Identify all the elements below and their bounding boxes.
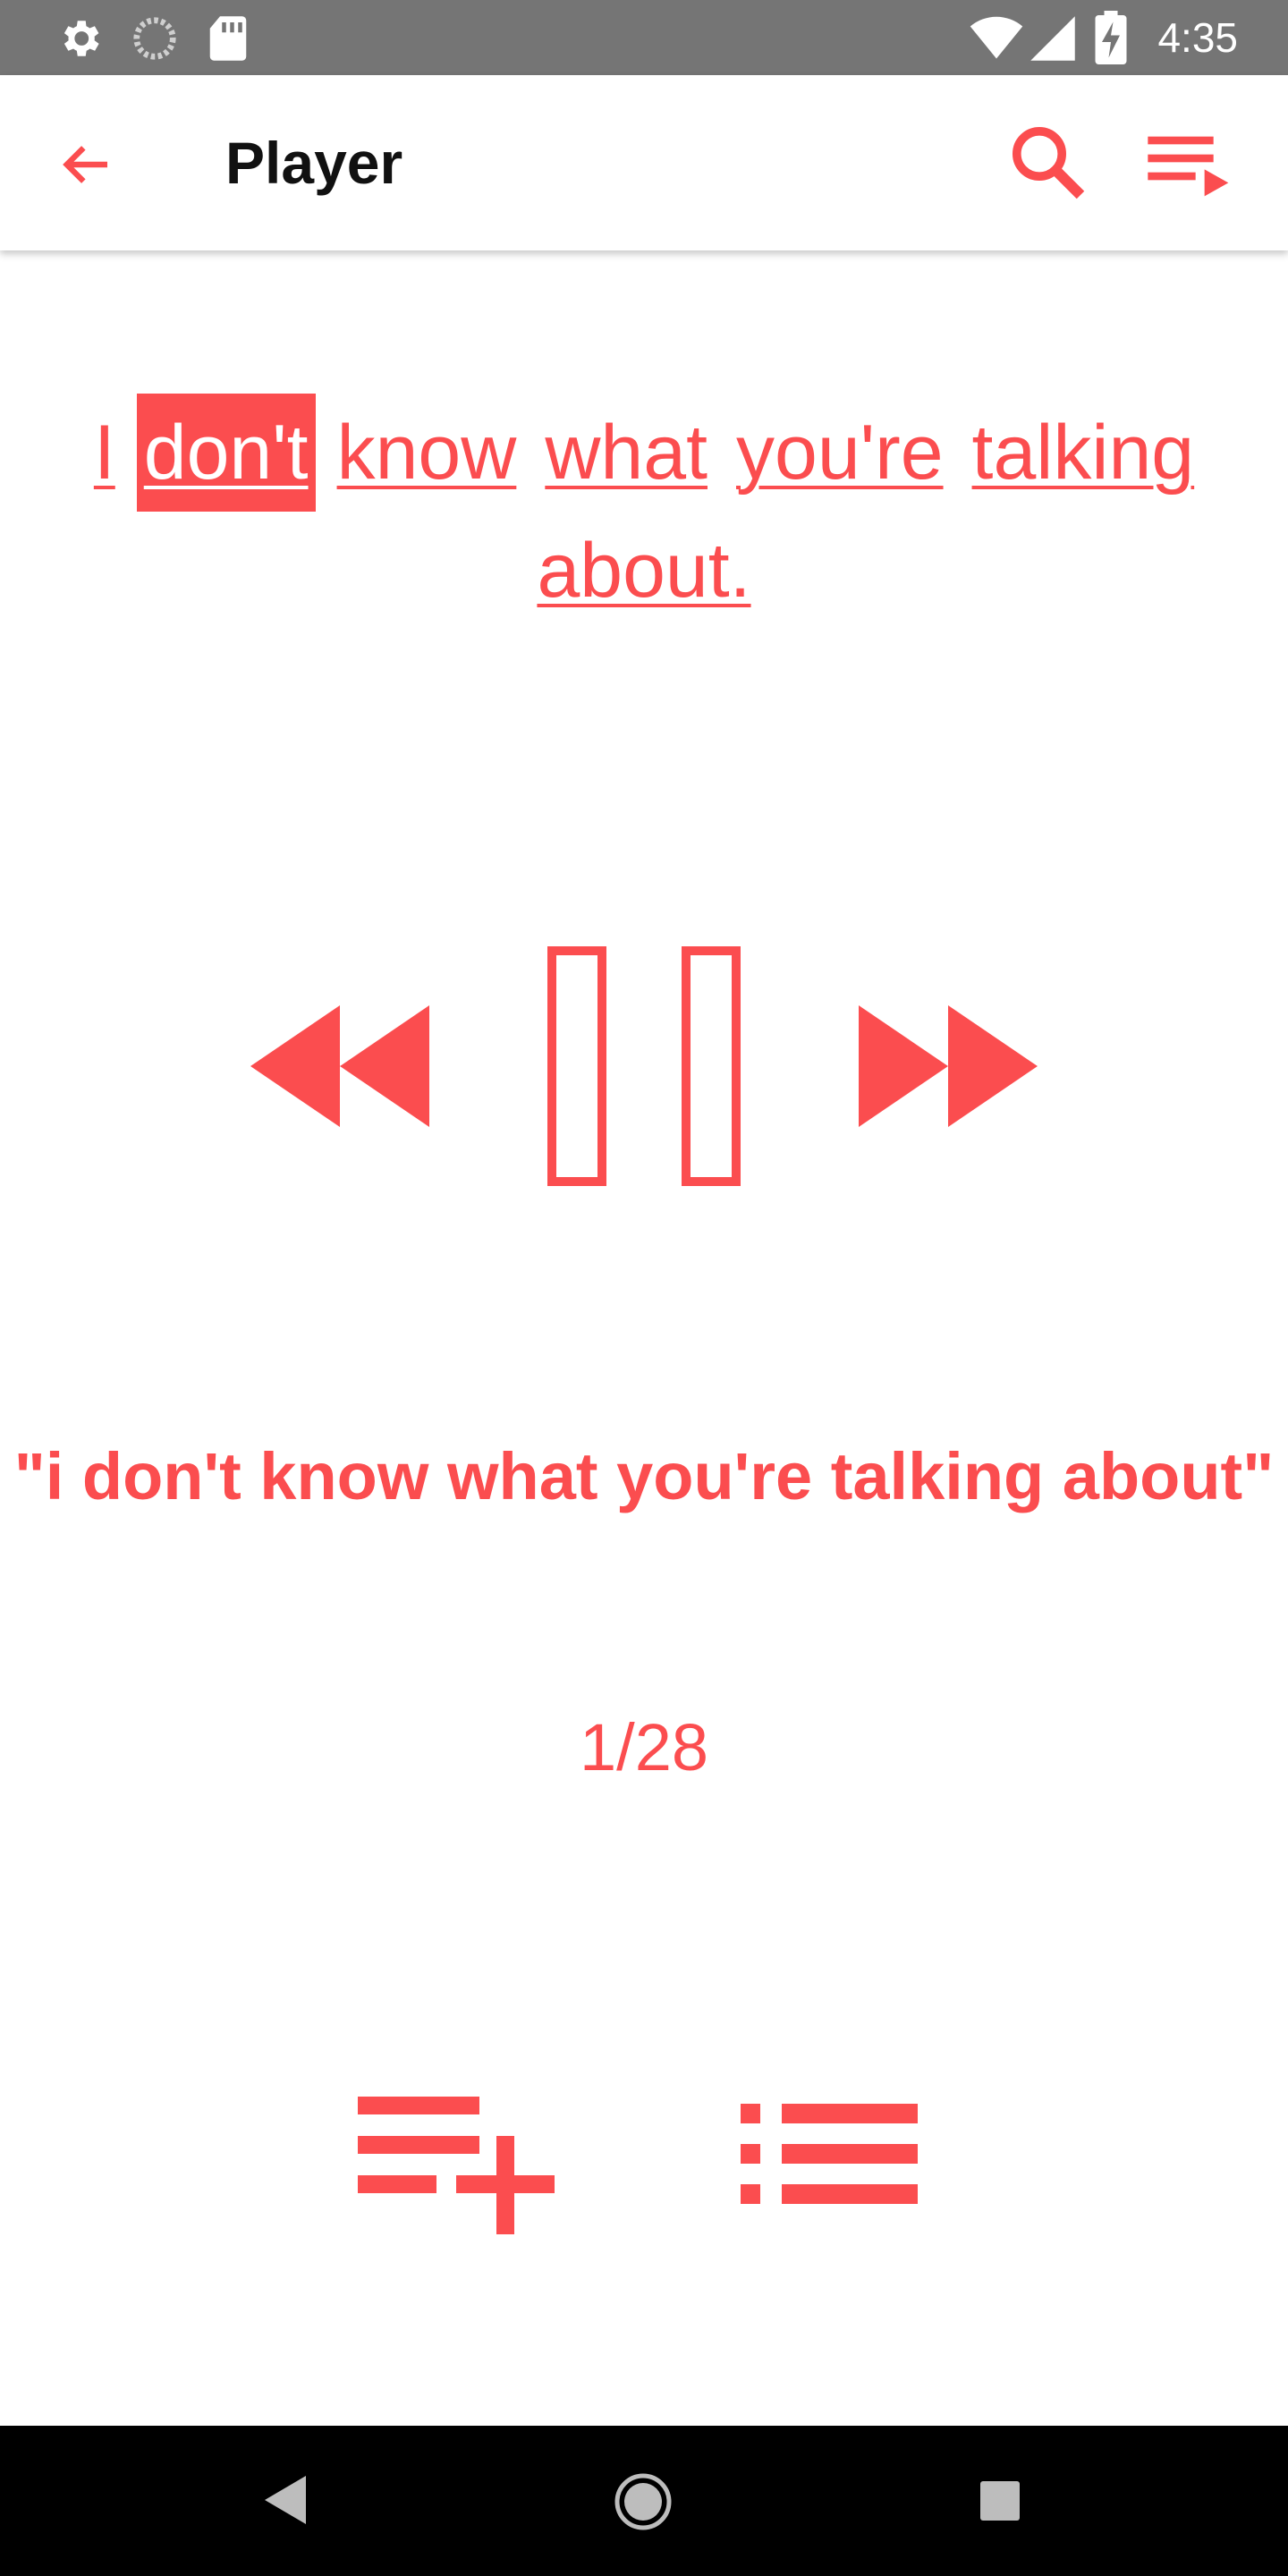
- battery-charging-icon: [1095, 11, 1127, 64]
- queue-music-icon[interactable]: [1145, 129, 1234, 204]
- arrow-back-icon[interactable]: [57, 136, 114, 193]
- gear-icon: [64, 21, 99, 56]
- nav-recents-icon[interactable]: [980, 2481, 1020, 2521]
- lyric-word[interactable]: know: [330, 394, 524, 512]
- list-icon[interactable]: [741, 2102, 919, 2206]
- rewind-icon[interactable]: [250, 1005, 429, 1127]
- wifi-icon: [970, 16, 1023, 59]
- lyric-word[interactable]: talking: [965, 394, 1202, 512]
- pause-icon[interactable]: [547, 946, 741, 1186]
- page-title: Player: [225, 130, 403, 196]
- system-nav-bar: [0, 2426, 1288, 2576]
- app-bar: Player: [0, 75, 1288, 250]
- sd-card-icon: [209, 16, 247, 61]
- lyric-word[interactable]: I: [87, 394, 123, 512]
- nav-home-icon[interactable]: [614, 2472, 673, 2531]
- lyric-word[interactable]: you're: [729, 394, 951, 512]
- track-counter: 1/28: [579, 1710, 709, 1784]
- lyric-word-active[interactable]: don't: [136, 394, 316, 512]
- sync-icon: [133, 17, 176, 60]
- phrase-text: "i don't know what you're talking about": [13, 1439, 1275, 1513]
- lyric-word[interactable]: what: [538, 394, 715, 512]
- fast-forward-icon[interactable]: [859, 1005, 1038, 1127]
- nav-back-icon[interactable]: [265, 2476, 306, 2524]
- status-bar: 4:35: [0, 0, 1288, 75]
- search-icon[interactable]: [1005, 120, 1091, 206]
- signal-icon: [1030, 16, 1075, 61]
- playlist-add-icon[interactable]: [358, 2093, 558, 2236]
- lyric-word[interactable]: about.: [530, 512, 758, 630]
- status-time: 4:35: [1157, 14, 1238, 61]
- lyric-line: Idon't know what you're talking about.: [54, 394, 1234, 630]
